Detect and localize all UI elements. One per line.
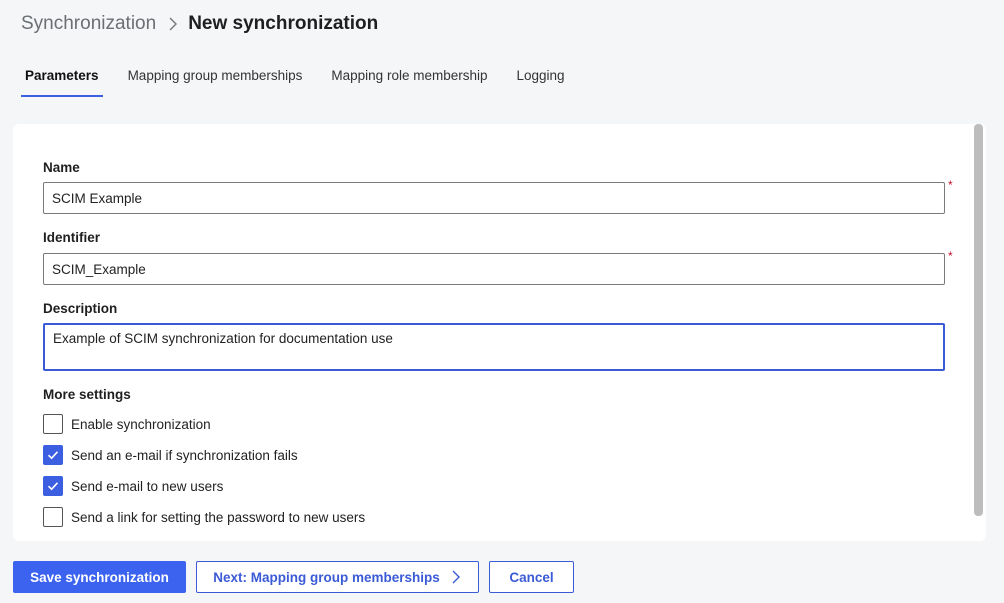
required-indicator: * <box>948 249 953 263</box>
identifier-field[interactable] <box>43 253 945 285</box>
form-card: Name * Identifier * Description Example … <box>13 124 986 541</box>
checkmark-icon <box>47 451 59 460</box>
tab-parameters[interactable]: Parameters <box>21 64 103 97</box>
description-label: Description <box>43 301 118 316</box>
tab-mapping-group-memberships[interactable]: Mapping group memberships <box>124 64 307 97</box>
checkbox-label: Send a link for setting the password to … <box>71 509 366 525</box>
name-label: Name <box>43 160 80 175</box>
email-on-failure-option[interactable]: Send an e-mail if synchronization fails <box>43 445 298 465</box>
enable-synchronization-checkbox[interactable] <box>43 414 63 434</box>
save-synchronization-button[interactable]: Save synchronization <box>13 561 186 593</box>
more-settings-heading: More settings <box>43 387 131 402</box>
breadcrumb: Synchronization New synchronization <box>21 12 378 36</box>
email-new-users-checkbox[interactable] <box>43 476 63 496</box>
checkbox-label: Enable synchronization <box>71 416 211 432</box>
tab-mapping-role-membership[interactable]: Mapping role membership <box>327 64 491 97</box>
enable-synchronization-option[interactable]: Enable synchronization <box>43 414 211 434</box>
scrollbar-thumb[interactable] <box>974 124 983 516</box>
cancel-button[interactable]: Cancel <box>489 561 574 593</box>
name-field[interactable] <box>43 182 945 214</box>
chevron-right-icon <box>450 569 462 585</box>
chevron-right-icon <box>162 12 184 36</box>
checkmark-icon <box>47 482 59 491</box>
next-mapping-group-memberships-button[interactable]: Next: Mapping group memberships <box>196 561 479 593</box>
page-title: New synchronization <box>188 13 379 34</box>
checkbox-label: Send e-mail to new users <box>71 478 224 494</box>
tab-bar: Parameters Mapping group memberships Map… <box>21 64 590 98</box>
description-field[interactable]: Example of SCIM synchronization for docu… <box>43 323 945 371</box>
password-link-option[interactable]: Send a link for setting the password to … <box>43 507 365 527</box>
email-on-failure-checkbox[interactable] <box>43 445 63 465</box>
email-new-users-option[interactable]: Send e-mail to new users <box>43 476 223 496</box>
checkbox-label: Send an e-mail if synchronization fails <box>71 447 298 463</box>
required-indicator: * <box>948 178 953 192</box>
password-link-checkbox[interactable] <box>43 507 63 527</box>
tab-logging[interactable]: Logging <box>512 64 568 97</box>
identifier-label: Identifier <box>43 230 101 245</box>
next-button-label: Next: Mapping group memberships <box>213 569 440 585</box>
breadcrumb-parent-link[interactable]: Synchronization <box>21 13 156 35</box>
